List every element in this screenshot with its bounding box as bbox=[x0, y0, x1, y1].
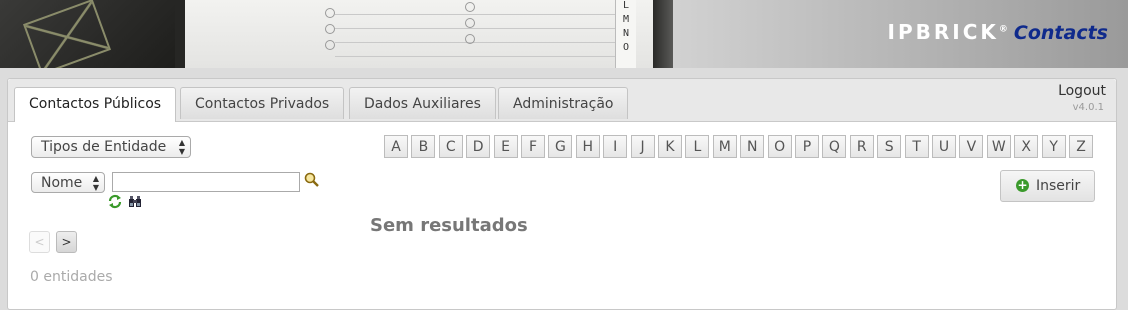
letter-filter-z[interactable]: Z bbox=[1069, 135, 1093, 158]
empty-results-message: Sem resultados bbox=[370, 215, 528, 236]
binoculars-icon[interactable] bbox=[128, 195, 142, 208]
select-arrows-icon: ▲ ▼ bbox=[178, 138, 185, 156]
tab-contactos-publicos[interactable]: Contactos Públicos bbox=[14, 87, 177, 122]
letter-filter-t[interactable]: T bbox=[904, 135, 929, 158]
letter-filter-g[interactable]: G bbox=[548, 135, 573, 158]
book-tab-letter: O bbox=[622, 42, 630, 53]
select-arrows-icon: ▲ ▼ bbox=[92, 174, 99, 192]
letter-filter-h[interactable]: H bbox=[575, 135, 600, 158]
letter-filter-u[interactable]: U bbox=[932, 135, 956, 158]
banner-envelope-image bbox=[0, 0, 175, 68]
logout-link[interactable]: Logout bbox=[1058, 83, 1106, 99]
letter-filter-c[interactable]: C bbox=[438, 135, 463, 158]
insert-button-label: Inserir bbox=[1036, 178, 1081, 194]
letter-filter-p[interactable]: P bbox=[795, 135, 819, 158]
letter-filter-m[interactable]: M bbox=[712, 135, 737, 158]
entity-type-select-value: Tipos de Entidade bbox=[41, 139, 167, 155]
brand-mark: ® bbox=[998, 24, 1008, 35]
letter-filter-k[interactable]: K bbox=[658, 135, 682, 158]
next-page-button[interactable]: > bbox=[56, 231, 77, 253]
letter-filter-n[interactable]: N bbox=[740, 135, 765, 158]
refresh-icon[interactable] bbox=[107, 194, 123, 209]
letter-filter-x[interactable]: X bbox=[1014, 135, 1039, 158]
letter-filter-i[interactable]: I bbox=[603, 135, 628, 158]
letter-filter-a[interactable]: A bbox=[384, 135, 408, 158]
letter-filter-r[interactable]: R bbox=[849, 135, 874, 158]
tab-bar: Contactos Públicos Contactos Privados Da… bbox=[8, 79, 1116, 122]
plus-circle-icon: + bbox=[1016, 178, 1029, 192]
product-name: Contacts bbox=[1013, 22, 1108, 44]
letter-filter-o[interactable]: O bbox=[767, 135, 792, 158]
search-input[interactable] bbox=[112, 172, 300, 192]
previous-page-button[interactable]: < bbox=[29, 231, 50, 253]
result-count: 0 entidades bbox=[30, 269, 113, 285]
letter-filter-b[interactable]: B bbox=[411, 135, 436, 158]
letter-filter-q[interactable]: Q bbox=[822, 135, 847, 158]
app-logo: IPBRICK® Contacts bbox=[888, 20, 1108, 44]
tab-administracao[interactable]: Administração bbox=[498, 87, 629, 119]
letter-filter-w[interactable]: W bbox=[986, 135, 1011, 158]
version-label: v4.0.1 bbox=[1072, 102, 1104, 113]
insert-button[interactable]: + Inserir bbox=[1000, 170, 1095, 202]
letter-filter-e[interactable]: E bbox=[493, 135, 518, 158]
tab-dados-auxiliares[interactable]: Dados Auxiliares bbox=[349, 87, 496, 119]
main-panel: Contactos Públicos Contactos Privados Da… bbox=[7, 78, 1117, 310]
book-tab-letter: M bbox=[622, 14, 630, 25]
letter-filter-f[interactable]: F bbox=[521, 135, 545, 158]
banner-address-book-image: L M N O bbox=[175, 0, 663, 68]
letter-filter-y[interactable]: Y bbox=[1041, 135, 1066, 158]
magnifier-icon[interactable] bbox=[304, 172, 320, 188]
search-field-select[interactable]: Nome ▲ ▼ bbox=[31, 172, 105, 193]
letter-filter-l[interactable]: L bbox=[685, 135, 710, 158]
brand-name: IPBRICK bbox=[887, 20, 999, 44]
header-banner: L M N O IPBRICK® Contacts bbox=[0, 0, 1128, 68]
book-tab-letter: L bbox=[622, 0, 630, 11]
entity-type-select[interactable]: Tipos de Entidade ▲ ▼ bbox=[31, 136, 191, 158]
letter-filter-s[interactable]: S bbox=[877, 135, 902, 158]
letter-filter-v[interactable]: V bbox=[959, 135, 984, 158]
letter-filter-d[interactable]: D bbox=[466, 135, 491, 158]
letter-filter-j[interactable]: J bbox=[630, 135, 655, 158]
search-field-select-value: Nome bbox=[41, 175, 83, 191]
book-tab-letter: N bbox=[622, 28, 630, 39]
tab-contactos-privados[interactable]: Contactos Privados bbox=[180, 87, 345, 119]
book-index-tabs: L M N O bbox=[615, 0, 636, 68]
